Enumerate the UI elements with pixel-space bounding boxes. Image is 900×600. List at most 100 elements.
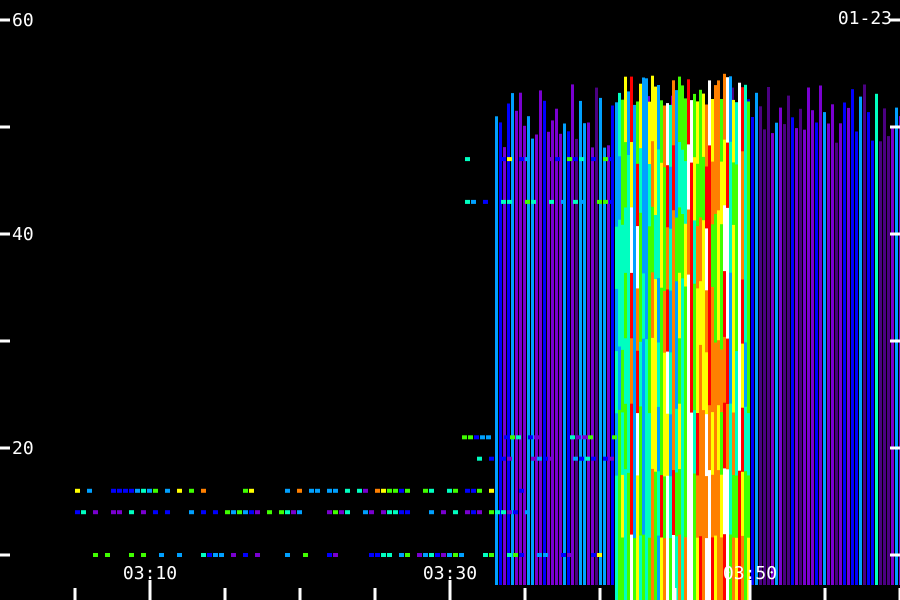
heat-cell-diffuse bbox=[803, 129, 806, 585]
heat-cell-burst bbox=[627, 345, 630, 411]
heat-cell-burst bbox=[666, 351, 669, 415]
heat-cell-burst bbox=[729, 338, 732, 405]
heat-cell-line bbox=[165, 510, 170, 515]
heat-cell-burst bbox=[714, 149, 717, 215]
heat-cell-burst bbox=[684, 98, 687, 163]
heat-cell-line bbox=[603, 456, 608, 461]
heat-cell-line bbox=[507, 456, 512, 461]
heat-cell-diffuse bbox=[531, 138, 534, 585]
heat-cell-line bbox=[489, 510, 494, 515]
heat-cell-burst bbox=[624, 403, 627, 471]
heat-cell-line bbox=[501, 199, 506, 204]
heat-cell-diffuse bbox=[555, 108, 558, 585]
heat-cell-burst bbox=[735, 288, 738, 352]
heat-cell-burst bbox=[738, 276, 741, 343]
heat-cell-line bbox=[81, 510, 86, 515]
heat-cell-line bbox=[585, 456, 590, 461]
heat-cell-burst bbox=[621, 474, 624, 539]
heat-cell-burst bbox=[738, 470, 741, 537]
heat-cell-line bbox=[135, 488, 140, 493]
heat-cell-line bbox=[387, 553, 392, 557]
heat-cell-burst bbox=[744, 278, 747, 344]
heat-cell-line bbox=[339, 510, 344, 515]
heat-cell-burst bbox=[699, 153, 702, 219]
heat-cell-burst bbox=[657, 149, 660, 215]
heat-cell-burst bbox=[714, 213, 717, 280]
heat-cell-burst bbox=[741, 215, 744, 281]
heat-cell-line bbox=[609, 157, 614, 162]
heat-cell-burst bbox=[702, 536, 705, 600]
heat-cell-line bbox=[375, 488, 380, 493]
heat-cell-burst bbox=[678, 534, 681, 600]
heat-cell-burst bbox=[711, 224, 714, 288]
heat-cell-burst bbox=[618, 409, 621, 475]
heat-cell-diffuse bbox=[871, 140, 874, 585]
heat-cell-line bbox=[465, 199, 470, 204]
heat-cell-line bbox=[243, 553, 248, 557]
heat-cell-diffuse bbox=[791, 117, 794, 586]
heat-cell-burst bbox=[675, 90, 678, 155]
heat-cell-burst bbox=[627, 472, 630, 538]
heat-cell-burst bbox=[711, 286, 714, 351]
heat-cell-burst bbox=[654, 86, 657, 152]
heat-cell-burst bbox=[645, 534, 648, 600]
heat-cell-line bbox=[93, 553, 98, 557]
heat-cell-burst bbox=[717, 340, 720, 407]
heat-cell-burst bbox=[678, 403, 681, 471]
heat-cell-line bbox=[504, 435, 509, 440]
heat-cell-burst bbox=[720, 99, 723, 163]
heat-cell-burst bbox=[747, 226, 750, 290]
heat-cell-burst bbox=[693, 347, 696, 412]
heat-cell-diffuse bbox=[891, 125, 894, 586]
heat-cell-line bbox=[345, 488, 350, 493]
heat-cell-line bbox=[129, 553, 134, 557]
heat-cell-line bbox=[561, 553, 566, 557]
heat-cell-line bbox=[423, 488, 428, 493]
heat-cell-burst bbox=[675, 345, 678, 410]
heat-cell-burst bbox=[684, 474, 687, 539]
heat-cell-diffuse bbox=[887, 136, 890, 585]
heat-cell-burst bbox=[708, 145, 711, 212]
heat-cell-line bbox=[525, 510, 530, 515]
heat-cell-burst bbox=[681, 342, 684, 408]
heat-cell-burst bbox=[693, 93, 696, 159]
heat-cell-burst bbox=[705, 166, 708, 230]
heat-cell-diffuse bbox=[875, 93, 878, 586]
heat-cell-burst bbox=[714, 535, 717, 600]
heat-cell-burst bbox=[681, 407, 684, 473]
heat-cell-burst bbox=[633, 414, 636, 478]
heat-cell-burst bbox=[633, 352, 636, 416]
heat-cell-burst bbox=[633, 538, 636, 600]
heat-cell-burst bbox=[669, 166, 672, 230]
heat-cell-line bbox=[573, 199, 578, 204]
heat-cell-diffuse bbox=[767, 87, 770, 585]
heat-cell-diffuse bbox=[839, 123, 842, 586]
heat-cell-line bbox=[462, 435, 467, 440]
heat-cell-line bbox=[486, 435, 491, 440]
heat-cell-burst bbox=[636, 288, 639, 352]
heat-cell-diffuse bbox=[587, 122, 590, 585]
heat-cell-burst bbox=[708, 405, 711, 472]
spectrogram-plot: 60 40 20 03:10 03:30 03:50 01-23 bbox=[0, 0, 900, 600]
heat-cell-line bbox=[570, 435, 575, 440]
heat-cell-diffuse bbox=[551, 120, 554, 586]
heat-cell-line bbox=[471, 488, 476, 493]
heat-cell-burst bbox=[660, 225, 663, 289]
heat-cell-burst bbox=[696, 413, 699, 477]
heat-cell-diffuse bbox=[879, 141, 882, 586]
heat-cell-burst bbox=[666, 537, 669, 600]
heat-cell-burst bbox=[639, 341, 642, 408]
heat-cell-line bbox=[375, 553, 380, 557]
heat-cell-line bbox=[429, 488, 434, 493]
heat-cell-burst bbox=[726, 404, 729, 471]
heat-cell-line bbox=[405, 510, 410, 515]
heat-cell-line bbox=[255, 553, 260, 557]
heat-cell-burst bbox=[735, 164, 738, 228]
heat-cell-line bbox=[393, 488, 398, 493]
heat-cell-line bbox=[297, 488, 302, 493]
heat-cell-line bbox=[495, 510, 500, 515]
heat-cell-diffuse bbox=[575, 138, 578, 585]
heat-cell-diffuse bbox=[503, 147, 506, 585]
heat-cell-diffuse bbox=[779, 107, 782, 585]
heat-cell-line bbox=[477, 510, 482, 515]
